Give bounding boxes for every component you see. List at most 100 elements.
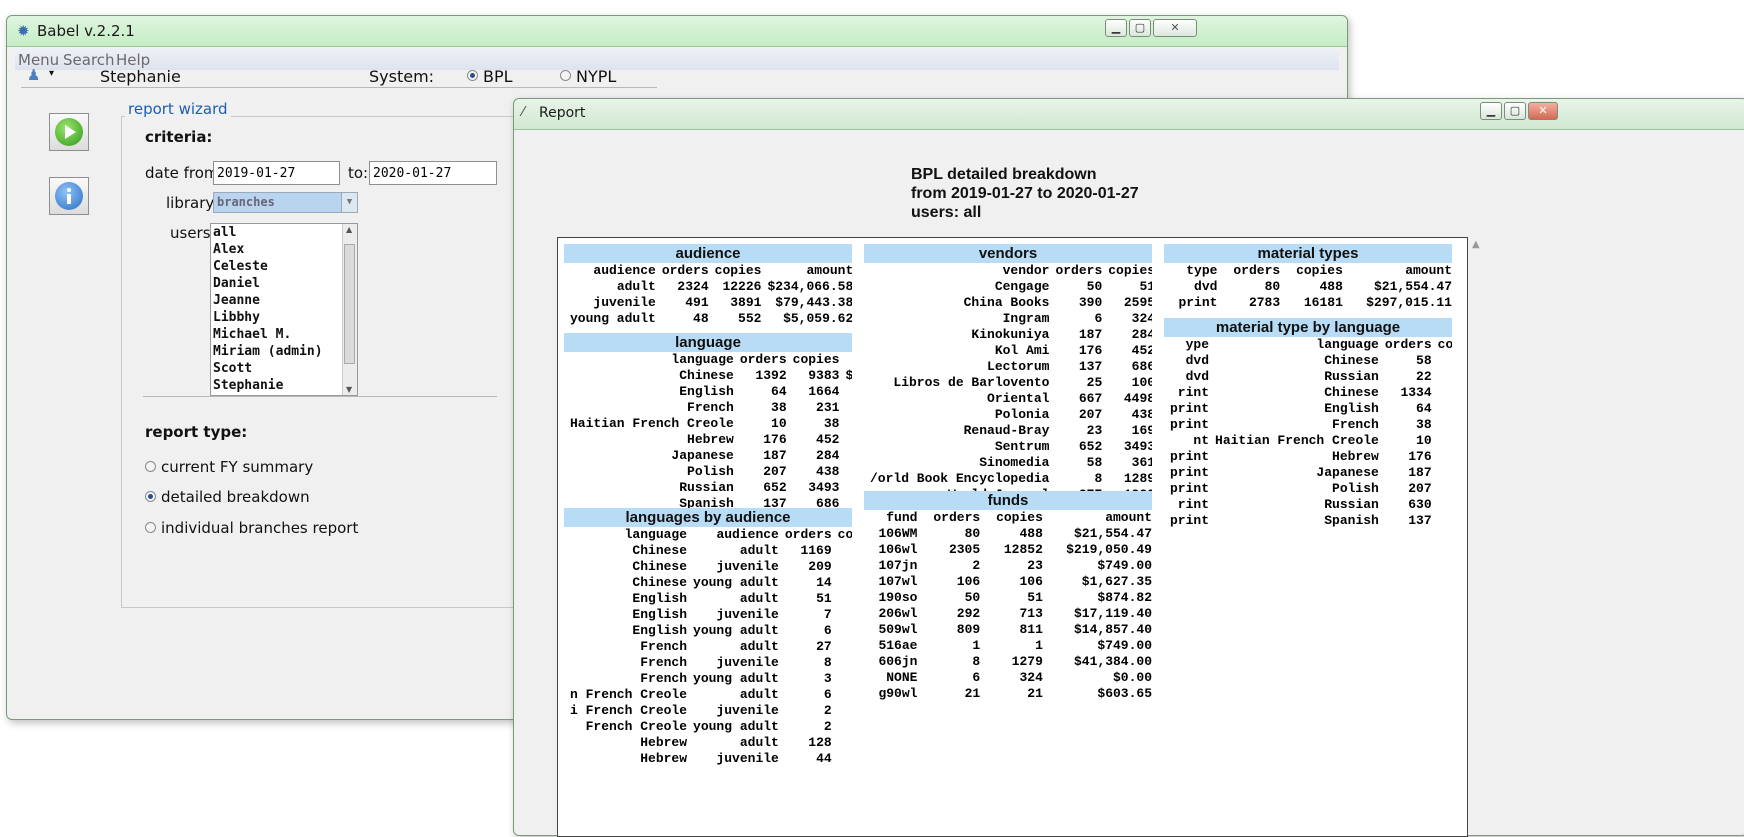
list-item[interactable]: Stephanie — [211, 377, 357, 394]
library-select[interactable]: branches ▼ — [213, 192, 358, 213]
report-scroll-up-icon[interactable]: ▲ — [1472, 239, 1480, 250]
report-type-fy-summary-label[interactable]: current FY summary — [161, 458, 313, 476]
table-cell: 51 — [816, 591, 832, 606]
report-window-title: Report — [539, 105, 586, 121]
report-maximize-icon[interactable]: ▢ — [1504, 102, 1526, 120]
list-item[interactable]: Celeste — [211, 258, 357, 275]
table-row: Hebrew 176 452$10,803.33 — [564, 432, 852, 448]
scroll-up-icon[interactable]: ▲ — [346, 225, 352, 234]
table-cell: 488 — [1319, 279, 1343, 294]
table-cell: $10,803.33 — [839, 432, 852, 448]
table-cell: 6 — [1094, 311, 1103, 326]
column-header: audience — [593, 263, 656, 278]
table-cell: juvenile — [716, 655, 779, 670]
date-from-input[interactable] — [213, 161, 340, 185]
table-cell: 1289 — [1123, 471, 1152, 486]
babel-titlebar[interactable]: ✹ Babel v.2.2.1 ▁ ▢ ✕ — [7, 16, 1347, 47]
table-cell: $219,050.49 — [1066, 542, 1152, 557]
table-cell: 187 — [1078, 327, 1103, 342]
table-cell: 361 — [1131, 455, 1152, 470]
table-cell: French — [640, 639, 688, 654]
report-type-detailed-label[interactable]: detailed breakdown — [161, 488, 310, 506]
table-cell: young adult — [693, 671, 779, 686]
table-header-row: language orders copiesamount — [564, 352, 852, 368]
table-cell: Chinese — [632, 559, 688, 574]
system-nypl-radio[interactable] — [560, 70, 571, 81]
column-header: copies — [996, 510, 1043, 525]
scroll-down-icon[interactable]: ▼ — [346, 385, 352, 394]
run-report-button[interactable] — [49, 113, 89, 151]
table-cell: 686 — [1432, 513, 1452, 529]
column-header: language — [671, 352, 734, 367]
users-scrollbar[interactable]: ▲ ▼ — [342, 224, 357, 395]
section-title: material types — [1164, 244, 1452, 263]
table-cell: 452 — [1432, 449, 1452, 465]
report-type-branches-radio[interactable] — [145, 522, 156, 533]
table-cell: adult — [739, 591, 779, 606]
table-cell: 652 — [763, 480, 787, 495]
table-cell: 1334 — [1400, 385, 1432, 400]
list-item[interactable]: Alex — [211, 241, 357, 258]
report-heading-line-2: from 2019-01-27 to 2020-01-27 — [911, 185, 1139, 202]
report-type-fy-summary-radio[interactable] — [145, 461, 156, 472]
table-cell: 176 — [763, 432, 787, 447]
chevron-down-icon[interactable]: ▼ — [341, 193, 357, 212]
table-cell: 178 — [832, 639, 852, 655]
table-cell: 488 — [1019, 526, 1043, 541]
table-cell: print — [1170, 449, 1210, 464]
table-cell: 23 — [1086, 423, 1103, 438]
table-cell: 667 — [1078, 391, 1103, 406]
table-row: Sinomedia58361$19,647.82 — [864, 455, 1152, 471]
system-bpl-label[interactable]: BPL — [483, 67, 513, 86]
report-table: language orders copiesamount Chinese 1392 938… — [564, 352, 852, 512]
table-cell: 809 — [956, 622, 981, 637]
table-cell: 1 — [972, 638, 981, 653]
system-nypl-label[interactable]: NYPL — [576, 67, 616, 86]
user-icon[interactable]: ♟ — [27, 66, 40, 84]
list-item[interactable]: Scott — [211, 360, 357, 377]
table-cell: Russian — [679, 480, 734, 495]
material-type-by-language-section: material type by language ype language orde… — [1164, 318, 1452, 529]
list-item[interactable]: Michael M. — [211, 326, 357, 343]
table-row: China Books3902595$52,053.59 — [864, 295, 1152, 311]
list-item[interactable]: Daniel — [211, 275, 357, 292]
table-cell: 187 — [1408, 465, 1432, 480]
report-type-detailed-radio[interactable] — [145, 491, 156, 502]
report-titlebar[interactable]: ⁄ Report ▁ ▢ ✕ — [514, 99, 1744, 130]
table-cell: i French Creole — [570, 703, 688, 718]
list-item[interactable]: Jeanne — [211, 292, 357, 309]
table-cell: 44 — [816, 751, 832, 766]
system-bpl-radio[interactable] — [467, 70, 478, 81]
table-row: Libros de Barlovento25100$3,176.00 — [864, 375, 1152, 391]
table-cell: $8,322.00 — [839, 464, 852, 480]
table-cell: Hebrew — [640, 735, 688, 750]
user-dropdown-arrow-icon[interactable]: ▾ — [49, 68, 54, 79]
close-icon[interactable]: ✕ — [1153, 19, 1197, 37]
table-cell: 38 — [771, 400, 787, 415]
table-cell: 209 — [808, 559, 832, 574]
date-to-input[interactable] — [369, 161, 497, 185]
table-cell: print — [1170, 481, 1210, 496]
report-type-branches-label[interactable]: individual branches report — [161, 519, 358, 537]
info-button[interactable] — [49, 177, 89, 215]
table-cell: English — [679, 384, 734, 399]
table-row: Polish 207 438$8,322.00 — [564, 464, 852, 480]
list-item[interactable]: Libbhy — [211, 309, 357, 326]
list-item[interactable]: all — [211, 224, 357, 241]
table-row: NONE 6 324 $0.00 — [864, 670, 1152, 686]
maximize-icon[interactable]: ▢ — [1129, 19, 1151, 37]
table-cell: 38 — [1432, 433, 1452, 449]
table-cell: $749.00 — [1097, 638, 1152, 653]
table-cell: 652 — [1078, 439, 1103, 454]
list-item[interactable]: Miriam (admin) — [211, 343, 357, 360]
table-row: printHebrew176452$10,803.33 — [1164, 449, 1452, 465]
table-cell: Polish — [1332, 481, 1379, 496]
minimize-icon[interactable]: ▁ — [1105, 19, 1127, 37]
report-minimize-icon[interactable]: ▁ — [1480, 102, 1502, 120]
users-listbox[interactable]: all Alex Celeste Daniel Jeanne Libbhy Mi… — [210, 223, 358, 396]
table-row: Chineseadult11697701$153,258.15 — [564, 543, 852, 559]
report-close-icon[interactable]: ✕ — [1528, 102, 1558, 120]
table-cell: 284 — [816, 448, 840, 463]
column-header: orders — [933, 510, 981, 525]
users-scroll-thumb[interactable] — [344, 244, 355, 364]
